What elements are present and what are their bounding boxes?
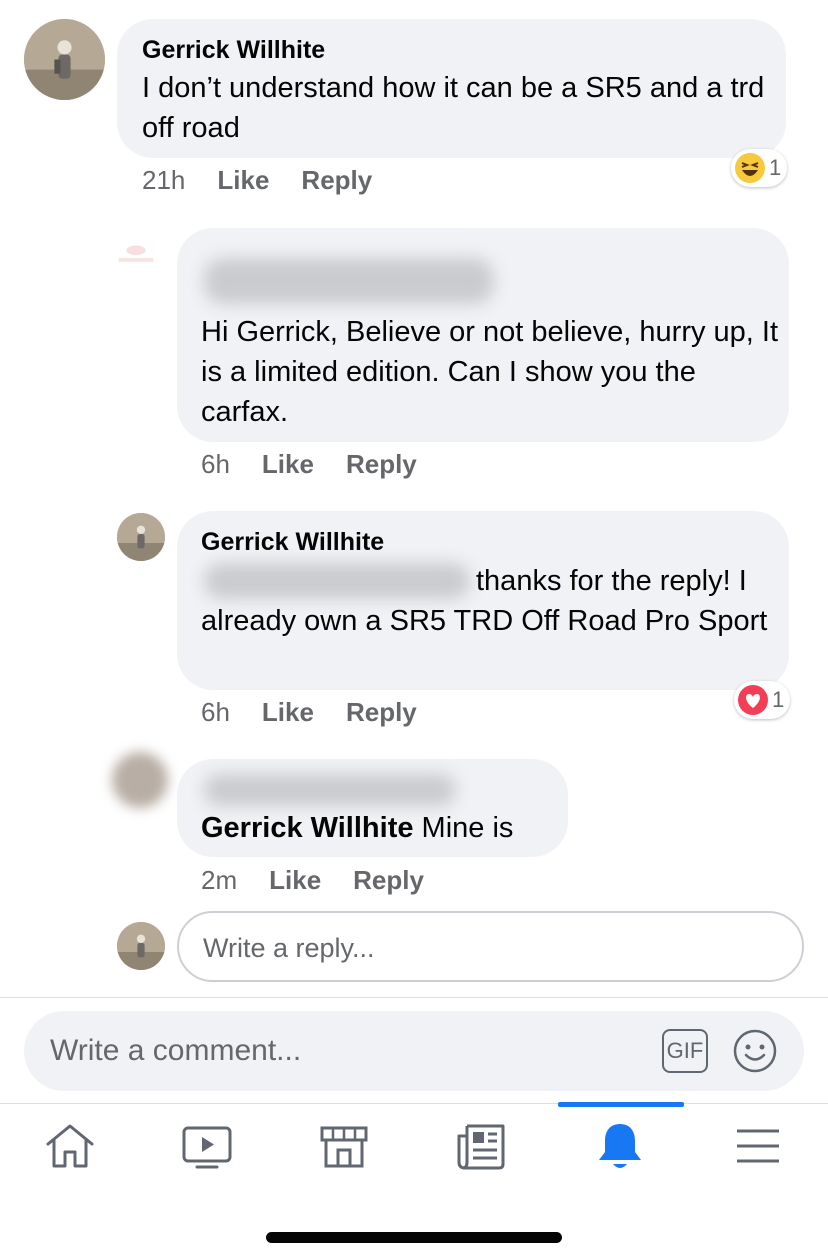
reply-button[interactable]: Reply (346, 449, 417, 479)
blurred-author-name (204, 774, 456, 806)
comment-input[interactable]: Write a comment... GIF (24, 1011, 804, 1091)
gif-button[interactable]: GIF (662, 1029, 708, 1073)
comment-text: Gerrick Willhite Mine is (201, 808, 513, 848)
menu-icon[interactable] (730, 1118, 786, 1174)
active-tab-indicator (558, 1102, 684, 1107)
reaction-badge[interactable]: 1 (734, 681, 791, 719)
divider (0, 997, 828, 998)
comment-actions: 6h Like Reply (201, 697, 417, 728)
reply-button[interactable]: Reply (346, 697, 417, 727)
comment-actions: 21h Like Reply (142, 165, 372, 196)
comment-text: thanks for the reply! I already own a SR… (201, 565, 768, 637)
avatar[interactable] (107, 229, 165, 287)
reaction-badge[interactable]: 1 (731, 149, 788, 187)
comment-actions: 6h Like Reply (201, 449, 417, 480)
smiley-icon[interactable] (732, 1028, 778, 1074)
reaction-count: 1 (769, 155, 782, 180)
home-indicator (266, 1232, 562, 1243)
like-button[interactable]: Like (262, 697, 314, 727)
avatar[interactable] (117, 513, 165, 561)
love-reaction-icon (738, 685, 768, 715)
news-icon[interactable] (453, 1118, 509, 1174)
reply-button[interactable]: Reply (301, 165, 372, 195)
blurred-author-name (204, 258, 494, 304)
reaction-count: 1 (772, 687, 785, 712)
comment-time[interactable]: 2m (201, 865, 237, 895)
comment-time[interactable]: 21h (142, 165, 185, 195)
comment-author[interactable]: Gerrick Willhite (201, 528, 384, 557)
avatar[interactable] (112, 752, 168, 808)
reply-input[interactable]: Write a reply... (177, 911, 804, 982)
comment-author[interactable]: Gerrick Willhite (142, 36, 325, 65)
marketplace-icon[interactable] (316, 1118, 372, 1174)
comment-input-placeholder: Write a comment... (50, 1034, 302, 1067)
comment-text-body: Mine is (413, 812, 514, 844)
comment-text: Hi Gerrick, Believe or not believe, hurr… (201, 316, 779, 428)
divider (0, 1103, 828, 1104)
comment-time[interactable]: 6h (201, 697, 230, 727)
comment-text: I don’t understand how it can be a SR5 a… (142, 72, 765, 144)
home-icon[interactable] (42, 1118, 98, 1174)
like-button[interactable]: Like (269, 865, 321, 895)
comment-time[interactable]: 6h (201, 449, 230, 479)
watch-icon[interactable] (179, 1118, 235, 1174)
comment-actions: 2m Like Reply (201, 865, 424, 896)
reply-input-placeholder: Write a reply... (203, 933, 375, 963)
notifications-icon[interactable] (592, 1118, 648, 1174)
haha-reaction-icon (735, 153, 765, 183)
like-button[interactable]: Like (217, 165, 269, 195)
avatar[interactable] (24, 19, 105, 100)
reply-button[interactable]: Reply (353, 865, 424, 895)
mention-link[interactable]: Gerrick Willhite (201, 812, 413, 844)
avatar (117, 922, 165, 970)
like-button[interactable]: Like (262, 449, 314, 479)
